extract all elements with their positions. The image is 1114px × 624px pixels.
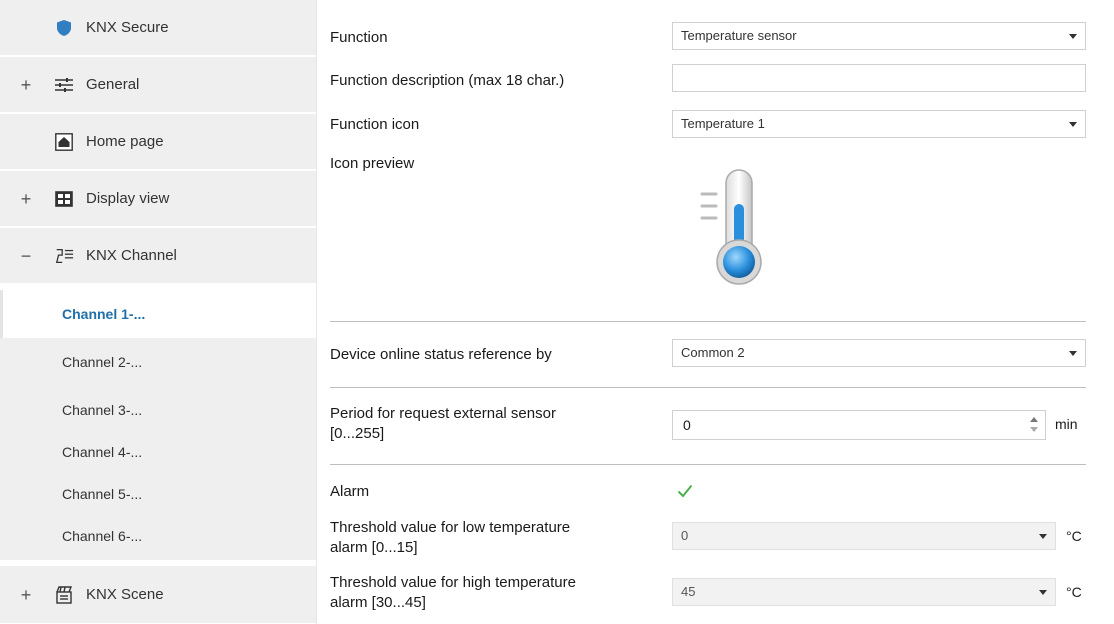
alarm-label: Alarm	[330, 483, 370, 500]
sidebar-item-label: KNX Secure	[86, 19, 169, 36]
function-label: Function	[330, 29, 388, 46]
sidebar-item-label: KNX Scene	[86, 586, 164, 603]
high-alarm-label: Threshold value for high temperature ala…	[330, 573, 576, 613]
sidebar-item-label: KNX Channel	[86, 247, 177, 264]
sidebar-item-knx-channel[interactable]: − KNX Channel	[0, 228, 316, 284]
period-unit: min	[1055, 416, 1078, 432]
thermometer-icon	[700, 164, 790, 290]
function-icon-select-value: Temperature 1	[681, 116, 765, 131]
high-alarm-label-line-2: alarm [30...45]	[330, 594, 426, 611]
sidebar-item-display-view[interactable]: + Display view	[0, 171, 316, 227]
high-alarm-label-line-1: Threshold value for high temperature	[330, 574, 576, 591]
sidebar-item-channel-5[interactable]: Channel 5-...	[0, 470, 316, 518]
channel-label: Channel 3-...	[62, 402, 143, 418]
chevron-down-icon	[1069, 34, 1077, 39]
chevron-down-icon	[1069, 122, 1077, 127]
function-description-label: Function description (max 18 char.)	[330, 72, 565, 89]
chevron-down-icon	[1039, 534, 1047, 539]
collapse-toggle[interactable]: −	[18, 247, 34, 265]
period-value: 0	[683, 417, 691, 433]
sidebar-item-label: Home page	[86, 133, 164, 150]
period-label: Period for request external sensor [0...…	[330, 404, 556, 444]
alarm-checkbox[interactable]	[676, 482, 696, 502]
low-alarm-label-line-2: alarm [0...15]	[330, 539, 418, 556]
channel-label: Channel 6-...	[62, 528, 143, 544]
channel-label: Channel 1-...	[62, 306, 146, 322]
low-alarm-value: 0	[681, 528, 689, 543]
sidebar: KNX Secure + General Home page + Display…	[0, 0, 316, 624]
low-alarm-unit: °C	[1066, 528, 1082, 544]
scene-icon	[54, 585, 74, 605]
function-icon-select[interactable]: Temperature 1	[672, 110, 1086, 138]
sidebar-item-knx-secure[interactable]: KNX Secure	[0, 0, 316, 56]
sidebar-item-general[interactable]: + General	[0, 57, 316, 113]
function-select[interactable]: Temperature sensor	[672, 22, 1086, 50]
sidebar-item-home-page[interactable]: Home page	[0, 114, 316, 170]
high-alarm-select[interactable]: 45	[672, 578, 1056, 606]
function-icon-label: Function icon	[330, 116, 420, 133]
function-description-input[interactable]	[672, 64, 1086, 92]
online-status-label: Device online status reference by	[330, 346, 552, 363]
function-select-value: Temperature sensor	[681, 28, 797, 43]
sidebar-item-label: Display view	[86, 190, 170, 207]
chevron-down-icon	[1039, 590, 1047, 595]
sidebar-item-knx-scene[interactable]: + KNX Scene	[0, 566, 316, 624]
sidebar-divider	[316, 0, 317, 624]
sidebar-item-channel-2[interactable]: Channel 2-...	[0, 338, 316, 386]
grid-view-icon	[54, 189, 74, 209]
expand-toggle[interactable]: +	[18, 586, 34, 604]
sidebar-item-channel-3[interactable]: Channel 3-...	[0, 386, 316, 434]
period-label-line-2: [0...255]	[330, 425, 385, 442]
section-divider	[330, 464, 1086, 465]
period-label-line-1: Period for request external sensor	[330, 405, 556, 422]
low-alarm-label-line-1: Threshold value for low temperature	[330, 519, 571, 536]
high-alarm-unit: °C	[1066, 584, 1082, 600]
chevron-down-icon	[1069, 351, 1077, 356]
channel-label: Channel 4-...	[62, 444, 143, 460]
sliders-icon	[54, 75, 74, 95]
sidebar-item-channel-1[interactable]: Channel 1-...	[0, 290, 316, 338]
period-spinbox[interactable]: 0	[672, 410, 1046, 440]
online-status-select[interactable]: Common 2	[672, 339, 1086, 367]
low-alarm-label: Threshold value for low temperature alar…	[330, 518, 570, 558]
section-divider	[330, 387, 1086, 388]
sidebar-item-channel-6[interactable]: Channel 6-...	[0, 512, 316, 560]
shield-icon	[54, 18, 74, 38]
high-alarm-value: 45	[681, 584, 696, 599]
section-divider	[330, 321, 1086, 322]
knx-channel-icon	[54, 246, 74, 266]
expand-toggle[interactable]: +	[18, 190, 34, 208]
spin-arrows-icon[interactable]	[1029, 415, 1039, 435]
online-status-select-value: Common 2	[681, 345, 745, 360]
channel-label: Channel 5-...	[62, 486, 143, 502]
channel-label: Channel 2-...	[62, 354, 143, 370]
sidebar-item-channel-4[interactable]: Channel 4-...	[0, 428, 316, 476]
icon-preview-label: Icon preview	[330, 155, 415, 172]
sidebar-item-label: General	[86, 76, 140, 93]
home-icon	[54, 132, 74, 152]
expand-toggle[interactable]: +	[18, 76, 34, 94]
low-alarm-select[interactable]: 0	[672, 522, 1056, 550]
